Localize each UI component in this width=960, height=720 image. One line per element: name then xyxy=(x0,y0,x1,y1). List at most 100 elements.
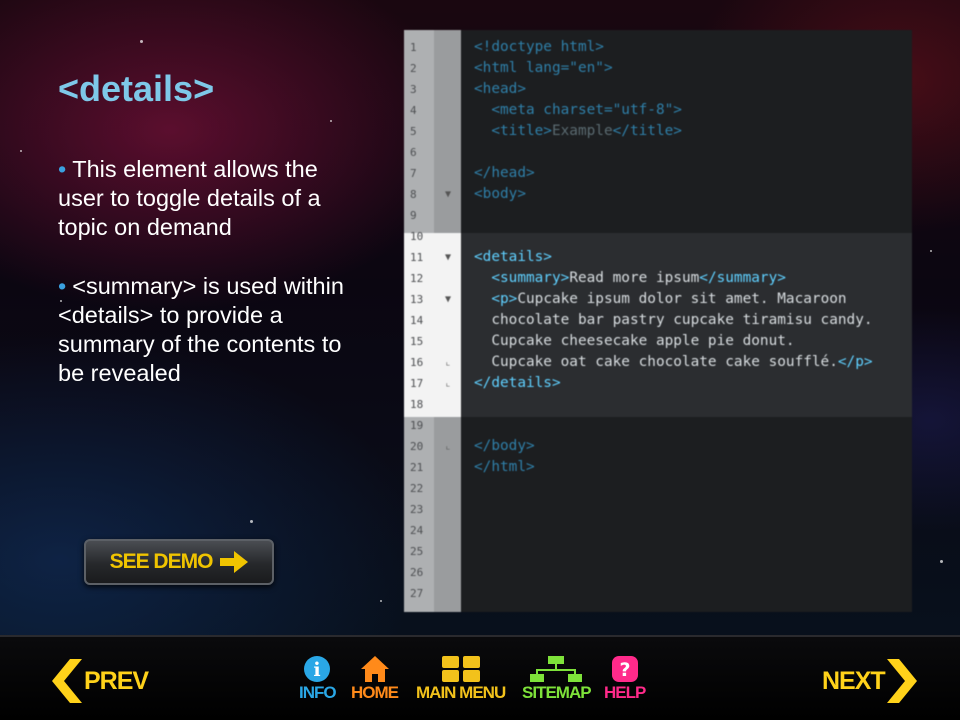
fold-marker-icon: ▼ xyxy=(444,294,452,305)
code-line: 27 xyxy=(404,583,912,604)
code-text: <head> xyxy=(474,81,526,97)
code-line: 10 xyxy=(404,226,912,247)
code-line: 8 ▼ <body> xyxy=(404,184,912,205)
fold-marker-icon: ⌞ xyxy=(444,357,452,368)
code-line: 3 <head> xyxy=(404,79,912,100)
info-label: INFO xyxy=(299,683,337,702)
code-line: 24 xyxy=(404,520,912,541)
code-line: 14 chocolate bar pastry cupcake tiramisu… xyxy=(404,310,912,331)
bullet-text: <summary> is used within <details> to pr… xyxy=(58,273,344,386)
home-label: HOME xyxy=(351,683,399,702)
code-line: 1 <!doctype html> xyxy=(404,37,912,58)
code-line: 6 xyxy=(404,142,912,163)
code-line: 5 <title>Example</title> xyxy=(404,121,912,142)
sparkle xyxy=(250,520,253,523)
sitemap-label: SITEMAP xyxy=(522,683,592,702)
code-text: Cupcake oat cake chocolate cake soufflé.… xyxy=(474,354,873,370)
bullet-text: This element allows the user to toggle d… xyxy=(58,156,321,240)
sparkle xyxy=(940,560,943,563)
line-number: 17 xyxy=(410,377,424,390)
fold-marker-icon: ⌞ xyxy=(444,378,452,389)
code-text: <details> xyxy=(474,249,552,265)
code-line: 12 <summary>Read more ipsum</summary> xyxy=(404,268,912,289)
line-number: 20 xyxy=(410,440,424,453)
line-number: 6 xyxy=(410,146,417,159)
code-line: 18 xyxy=(404,394,912,415)
help-label: HELP xyxy=(604,683,646,702)
code-text: <!doctype html> xyxy=(474,39,604,55)
code-line: 2 <html lang="en"> xyxy=(404,58,912,79)
line-number: 15 xyxy=(410,335,424,348)
line-number: 9 xyxy=(410,209,417,222)
bullet-item: • <summary> is used within <details> to p… xyxy=(58,272,348,388)
code-text: Cupcake cheesecake apple pie donut. xyxy=(474,333,795,349)
info-glyph: i xyxy=(314,659,321,681)
line-number: 8 xyxy=(410,188,417,201)
code-line: 22 xyxy=(404,478,912,499)
slide-title: <details> xyxy=(58,68,215,109)
code-text: chocolate bar pastry cupcake tiramisu ca… xyxy=(474,312,873,328)
line-number: 7 xyxy=(410,167,417,180)
code-text: </html> xyxy=(474,459,535,475)
code-line: 4 <meta charset="utf-8"> xyxy=(404,100,912,121)
code-line: 19 xyxy=(404,415,912,436)
line-number: 19 xyxy=(410,419,424,432)
prev-label: PREV xyxy=(84,666,149,695)
sparkle xyxy=(380,600,382,602)
home-button[interactable]: HOME xyxy=(351,655,399,703)
line-number: 16 xyxy=(410,356,424,369)
code-text: <p>Cupcake ipsum dolor sit amet. Macaroo… xyxy=(491,291,847,307)
code-line: 11 ▼ <details> xyxy=(404,247,912,268)
bullet-item: • This element allows the user to toggle … xyxy=(58,155,348,242)
line-number: 23 xyxy=(410,503,424,516)
line-number: 18 xyxy=(410,398,424,411)
line-number: 10 xyxy=(410,230,424,243)
line-number: 22 xyxy=(410,482,424,495)
info-icon: i xyxy=(304,656,331,682)
code-line: 20 ⌞ </body> xyxy=(404,436,912,457)
fold-marker-icon: ▼ xyxy=(444,189,452,200)
fold-marker-icon: ⌞ xyxy=(444,441,452,452)
code-line: 23 xyxy=(404,499,912,520)
info-button[interactable]: i INFO xyxy=(299,655,337,703)
slide-stage: <details> • This element allows the user … xyxy=(0,0,960,635)
line-number: 25 xyxy=(410,545,424,558)
line-number: 13 xyxy=(410,293,424,306)
code-text: </head> xyxy=(474,165,535,181)
see-demo-button[interactable]: SEE DEMO xyxy=(84,539,274,585)
sparkle xyxy=(140,40,143,43)
prev-button[interactable]: PREV xyxy=(52,659,149,703)
code-line: 15 Cupcake cheesecake apple pie donut. xyxy=(404,331,912,352)
code-line: 16 ⌞ Cupcake oat cake chocolate cake souf… xyxy=(404,352,912,373)
code-line: 25 xyxy=(404,541,912,562)
line-number: 26 xyxy=(410,566,424,579)
code-text: <html lang="en"> xyxy=(474,60,613,76)
chevron-left-icon xyxy=(52,659,82,703)
code-line: 9 xyxy=(404,205,912,226)
home-icon xyxy=(360,656,389,682)
line-number: 5 xyxy=(410,125,417,138)
main-menu-button[interactable]: MAIN MENU xyxy=(416,655,506,703)
line-number: 14 xyxy=(410,314,424,327)
grid-icon xyxy=(441,656,480,682)
bullet-dot: • xyxy=(58,156,67,182)
code-line: 13 ▼ <p>Cupcake ipsum dolor sit amet. Mac… xyxy=(404,289,912,310)
line-number: 21 xyxy=(410,461,424,474)
fold-marker-icon: ▼ xyxy=(444,252,452,263)
line-number: 27 xyxy=(410,587,424,600)
help-button[interactable]: ? HELP xyxy=(604,655,646,703)
next-label: NEXT xyxy=(822,666,886,695)
line-number: 4 xyxy=(410,104,417,117)
line-number: 1 xyxy=(410,41,417,54)
arrow-right-icon xyxy=(220,551,249,573)
next-button[interactable]: NEXT xyxy=(822,659,917,703)
line-number: 11 xyxy=(410,251,424,264)
sitemap-button[interactable]: SITEMAP xyxy=(522,655,592,703)
code-line: 7 </head> xyxy=(404,163,912,184)
code-text: <body> xyxy=(474,186,526,202)
see-demo-label: SEE DEMO xyxy=(109,550,214,573)
code-text: <title>Example</title> xyxy=(491,123,682,139)
code-line: 26 xyxy=(404,562,912,583)
sitemap-icon xyxy=(530,656,583,682)
line-number: 3 xyxy=(410,83,417,96)
